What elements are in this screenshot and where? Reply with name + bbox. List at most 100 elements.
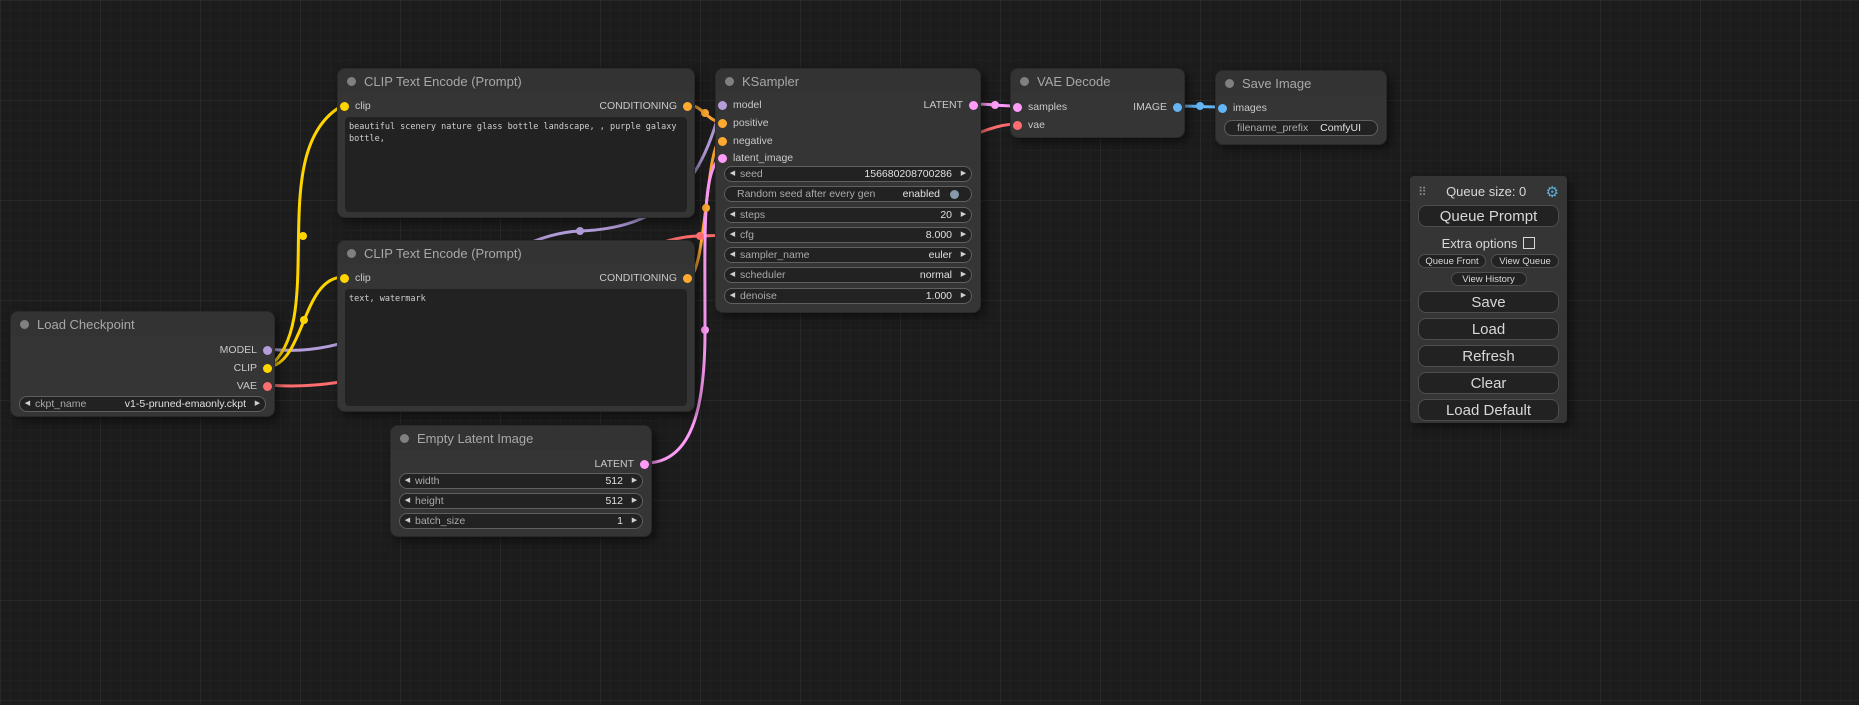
input-port-latent-image[interactable] [718,154,727,163]
input-port-clip[interactable] [340,102,349,111]
input-port-model[interactable] [718,101,727,110]
queue-size-label: Queue size: 0 [1427,184,1546,199]
menu-panel[interactable]: ⠿ Queue size: 0 ⚙ Queue Prompt Extra opt… [1410,176,1567,423]
input-port-negative[interactable] [718,137,727,146]
input-label-positive: positive [733,117,769,129]
widget-random-seed-toggle[interactable]: Random seed after every gen enabled [724,186,972,202]
toggle-dot-icon[interactable] [950,190,959,199]
arrow-left-icon[interactable]: ◀ [725,228,740,242]
collapse-dot-icon[interactable] [1020,77,1029,86]
node-title-bar[interactable]: VAE Decode [1011,69,1184,93]
node-clip-text-encode-negative[interactable]: CLIP Text Encode (Prompt) clip CONDITION… [337,240,695,412]
node-title-bar[interactable]: KSampler [716,69,980,93]
node-title-bar[interactable]: CLIP Text Encode (Prompt) [338,241,694,265]
widget-value: 1 [617,515,627,527]
prompt-textarea[interactable]: text, watermark [345,289,687,406]
arrow-left-icon[interactable]: ◀ [725,167,740,181]
input-port-clip[interactable] [340,274,349,283]
clear-button[interactable]: Clear [1418,372,1559,394]
widget-value: enabled [903,188,944,200]
arrow-right-icon[interactable]: ▶ [956,208,971,222]
queue-prompt-button[interactable]: Queue Prompt [1418,205,1559,227]
widget-height[interactable]: ◀ height 512 ▶ [399,493,643,509]
output-label-image: IMAGE [1133,101,1167,113]
load-default-button[interactable]: Load Default [1418,399,1559,421]
node-title-bar[interactable]: Empty Latent Image [391,426,651,450]
output-port-vae[interactable] [263,382,272,391]
view-queue-button[interactable]: View Queue [1491,254,1559,268]
collapse-dot-icon[interactable] [400,434,409,443]
arrow-right-icon[interactable]: ▶ [956,289,971,303]
collapse-dot-icon[interactable] [347,77,356,86]
widget-seed[interactable]: ◀ seed 156680208700286 ▶ [724,166,972,182]
node-save-image[interactable]: Save Image images filename_prefix ComfyU… [1215,70,1387,145]
input-port-positive[interactable] [718,119,727,128]
widget-filename-prefix[interactable]: filename_prefix ComfyUI [1224,120,1378,136]
node-vae-decode[interactable]: VAE Decode samples vae IMAGE [1010,68,1185,138]
node-ksampler[interactable]: KSampler model positive negative latent_… [715,68,981,313]
arrow-left-icon[interactable]: ◀ [400,474,415,488]
arrow-right-icon[interactable]: ▶ [627,494,642,508]
save-button[interactable]: Save [1418,291,1559,313]
widget-steps[interactable]: ◀ steps 20 ▶ [724,207,972,223]
input-port-vae[interactable] [1013,121,1022,130]
load-button[interactable]: Load [1418,318,1559,340]
widget-cfg[interactable]: ◀ cfg 8.000 ▶ [724,227,972,243]
arrow-left-icon[interactable]: ◀ [400,494,415,508]
arrow-right-icon[interactable]: ▶ [956,167,971,181]
output-label-clip: CLIP [234,362,257,374]
input-label-clip: clip [355,272,371,284]
widget-denoise[interactable]: ◀ denoise 1.000 ▶ [724,288,972,304]
input-port-samples[interactable] [1013,103,1022,112]
extra-options-checkbox[interactable] [1523,237,1535,249]
widget-sampler-name[interactable]: ◀ sampler_name euler ▶ [724,247,972,263]
input-label-samples: samples [1028,101,1067,113]
wire-clip-1 [269,105,344,367]
node-title-bar[interactable]: Load Checkpoint [11,312,274,336]
widget-label: batch_size [415,515,465,527]
widget-ckpt-name[interactable]: ◀ ckpt_name v1-5-pruned-emaonly.ckpt ▶ [19,396,266,412]
node-title: KSampler [742,74,799,89]
collapse-dot-icon[interactable] [20,320,29,329]
widget-batch-size[interactable]: ◀ batch_size 1 ▶ [399,513,643,529]
node-title-bar[interactable]: CLIP Text Encode (Prompt) [338,69,694,93]
arrow-right-icon[interactable]: ▶ [250,397,265,411]
arrow-right-icon[interactable]: ▶ [956,248,971,262]
arrow-left-icon[interactable]: ◀ [20,397,35,411]
arrow-left-icon[interactable]: ◀ [725,289,740,303]
node-title: VAE Decode [1037,74,1110,89]
input-port-images[interactable] [1218,104,1227,113]
collapse-dot-icon[interactable] [1225,79,1234,88]
output-port-clip[interactable] [263,364,272,373]
output-port-image[interactable] [1173,103,1182,112]
output-port-model[interactable] [263,346,272,355]
refresh-button[interactable]: Refresh [1418,345,1559,367]
output-port-latent[interactable] [969,101,978,110]
widget-label: width [415,475,440,487]
view-history-button[interactable]: View History [1451,272,1527,286]
widget-scheduler[interactable]: ◀ scheduler normal ▶ [724,267,972,283]
output-port-latent[interactable] [640,460,649,469]
output-port-conditioning[interactable] [683,102,692,111]
arrow-right-icon[interactable]: ▶ [627,514,642,528]
arrow-right-icon[interactable]: ▶ [956,268,971,282]
node-empty-latent-image[interactable]: Empty Latent Image LATENT ◀ width 512 ▶ … [390,425,652,537]
node-title-bar[interactable]: Save Image [1216,71,1386,95]
arrow-right-icon[interactable]: ▶ [627,474,642,488]
node-load-checkpoint[interactable]: Load Checkpoint MODEL CLIP VAE ◀ ckpt_na… [10,311,275,417]
queue-front-button[interactable]: Queue Front [1418,254,1486,268]
arrow-right-icon[interactable]: ▶ [956,228,971,242]
collapse-dot-icon[interactable] [725,77,734,86]
output-port-conditioning[interactable] [683,274,692,283]
arrow-left-icon[interactable]: ◀ [725,208,740,222]
prompt-textarea[interactable]: beautiful scenery nature glass bottle la… [345,117,687,212]
drag-handle-icon[interactable]: ⠿ [1418,185,1427,199]
settings-gear-icon[interactable]: ⚙ [1546,183,1559,201]
arrow-left-icon[interactable]: ◀ [725,248,740,262]
node-clip-text-encode-positive[interactable]: CLIP Text Encode (Prompt) clip CONDITION… [337,68,695,218]
widget-width[interactable]: ◀ width 512 ▶ [399,473,643,489]
arrow-left-icon[interactable]: ◀ [400,514,415,528]
collapse-dot-icon[interactable] [347,249,356,258]
node-graph-canvas[interactable]: Load Checkpoint MODEL CLIP VAE ◀ ckpt_na… [0,0,1859,705]
arrow-left-icon[interactable]: ◀ [725,268,740,282]
